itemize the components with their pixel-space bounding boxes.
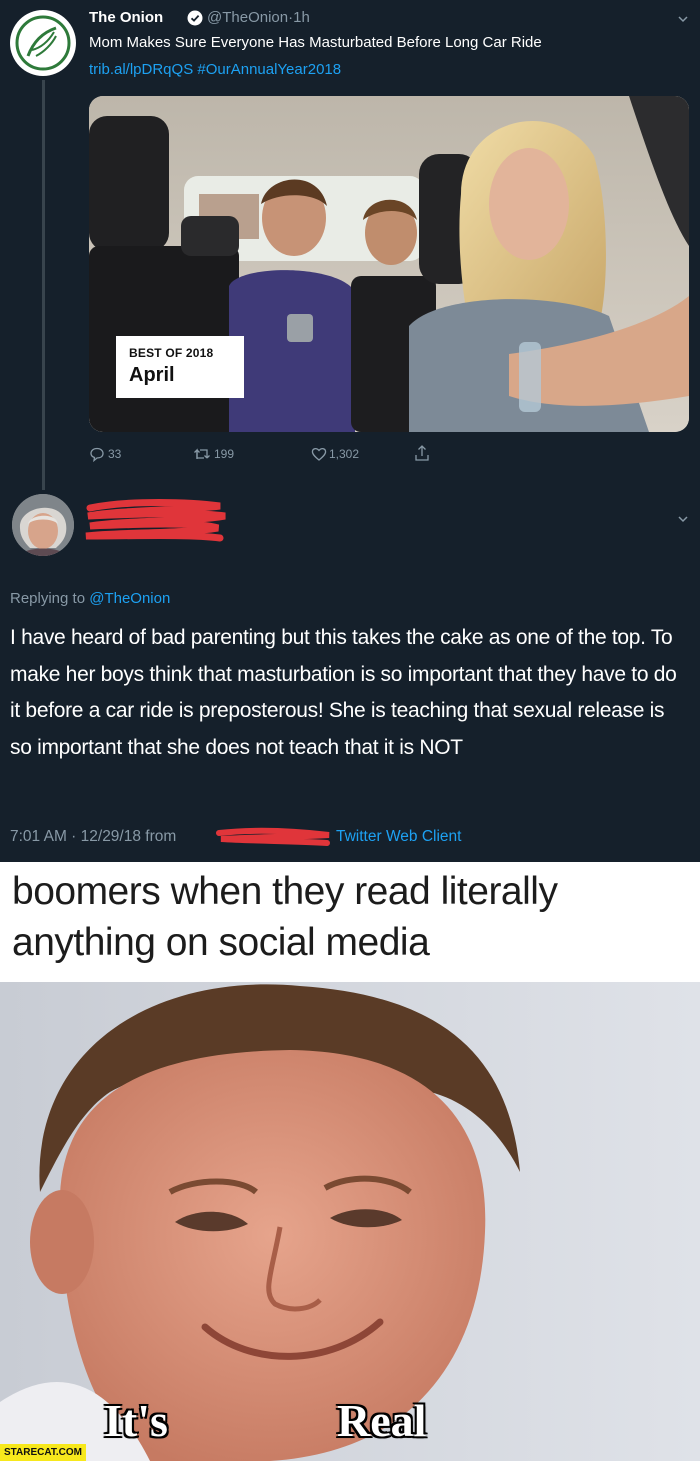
tweet-link-hashtag[interactable]: trib.al/lpDRqQS #OurAnnualYear2018: [89, 61, 341, 78]
retweet-count: 199: [214, 447, 235, 461]
badge-subtitle: BEST OF 2018: [129, 346, 214, 360]
replying-to: Replying to @TheOnion: [10, 590, 170, 607]
like-count: 1,302: [329, 447, 360, 461]
onion-logo-icon: [12, 12, 74, 74]
heart-icon[interactable]: [311, 446, 327, 462]
replying-prefix: Replying to: [10, 590, 90, 607]
meme-caption-area: boomers when they read literally anythin…: [0, 862, 700, 982]
watermark: STARECAT.COM: [0, 1444, 86, 1461]
chevron-down-icon[interactable]: [676, 512, 690, 526]
avatar-photo: [12, 494, 74, 556]
reply-timestamp: 7:01 AM · 12/29/18 from: [10, 828, 177, 845]
author-handle[interactable]: @TheOnion: [207, 9, 288, 26]
thread-connector-line: [42, 80, 45, 490]
onion-avatar[interactable]: [10, 10, 76, 76]
author-name[interactable]: The Onion: [89, 9, 163, 26]
client-link[interactable]: Twitter Web Client: [336, 828, 461, 846]
chevron-down-icon[interactable]: [676, 12, 690, 26]
reply-icon[interactable]: [89, 446, 105, 462]
real-overlay-text: Real: [337, 1395, 427, 1446]
smiling-man-photo: [0, 982, 700, 1461]
meme-caption: boomers when they read literally anythin…: [12, 870, 558, 964]
replying-handle-link[interactable]: @TheOnion: [89, 590, 170, 607]
best-of-badge: BEST OF 2018 April: [116, 336, 244, 398]
verified-badge-icon: [187, 10, 203, 26]
share-icon[interactable]: [414, 444, 430, 462]
tweet-text: Mom Makes Sure Everyone Has Masturbated …: [89, 34, 542, 51]
reply-author-avatar[interactable]: [12, 494, 74, 556]
reply-text: I have heard of bad parenting but this t…: [10, 626, 677, 759]
handle-and-age: @TheOnion·1h: [207, 9, 310, 26]
reply-count: 33: [108, 447, 122, 461]
redacted-location-scribble: [216, 827, 330, 846]
redacted-name-scribble: [85, 499, 226, 542]
badge-title: April: [129, 364, 175, 386]
meme-image: It's Real STARECAT.COM: [0, 982, 700, 1461]
retweet-icon[interactable]: [193, 446, 211, 462]
its-overlay-text: It's: [104, 1395, 168, 1446]
tweet-age: 1h: [293, 9, 310, 26]
